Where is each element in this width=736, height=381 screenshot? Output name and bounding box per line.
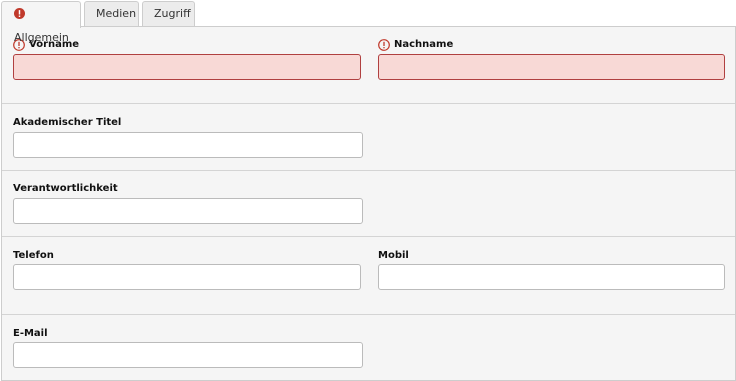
mobil-label: Mobil xyxy=(378,250,409,261)
section-divider xyxy=(2,103,735,104)
tab-label: Allgemein xyxy=(14,31,69,44)
akademischer-titel-field[interactable] xyxy=(13,132,363,158)
akademischer-titel-label: Akademischer Titel xyxy=(13,117,122,128)
nachname-label-text: Nachname xyxy=(394,39,454,50)
tab-bar: Allgemein Medien Zugriff xyxy=(0,0,736,44)
tab-medien[interactable]: Medien xyxy=(84,1,139,27)
verantwortlichkeit-field[interactable] xyxy=(13,198,363,224)
nachname-label: Nachname xyxy=(378,39,453,51)
tab-zugriff[interactable]: Zugriff xyxy=(142,1,195,27)
email-label: E-Mail xyxy=(13,328,48,339)
telefon-field[interactable] xyxy=(13,264,361,290)
section-divider xyxy=(2,170,735,171)
form-panel: Vorname Nachname Akademischer Titel Vera… xyxy=(1,26,736,381)
nachname-field[interactable] xyxy=(378,54,725,80)
mobil-field[interactable] xyxy=(378,264,725,290)
email-field[interactable] xyxy=(13,342,363,368)
tab-label: Medien xyxy=(96,7,137,20)
verantwortlichkeit-label: Verantwortlichkeit xyxy=(13,183,118,194)
error-icon xyxy=(14,7,25,19)
tab-label: Zugriff xyxy=(154,7,191,20)
tab-allgemein[interactable]: Allgemein xyxy=(1,1,81,44)
section-divider xyxy=(2,236,735,237)
telefon-label: Telefon xyxy=(13,250,54,261)
error-icon xyxy=(378,39,390,51)
vorname-field[interactable] xyxy=(13,54,361,80)
section-divider xyxy=(2,314,735,315)
